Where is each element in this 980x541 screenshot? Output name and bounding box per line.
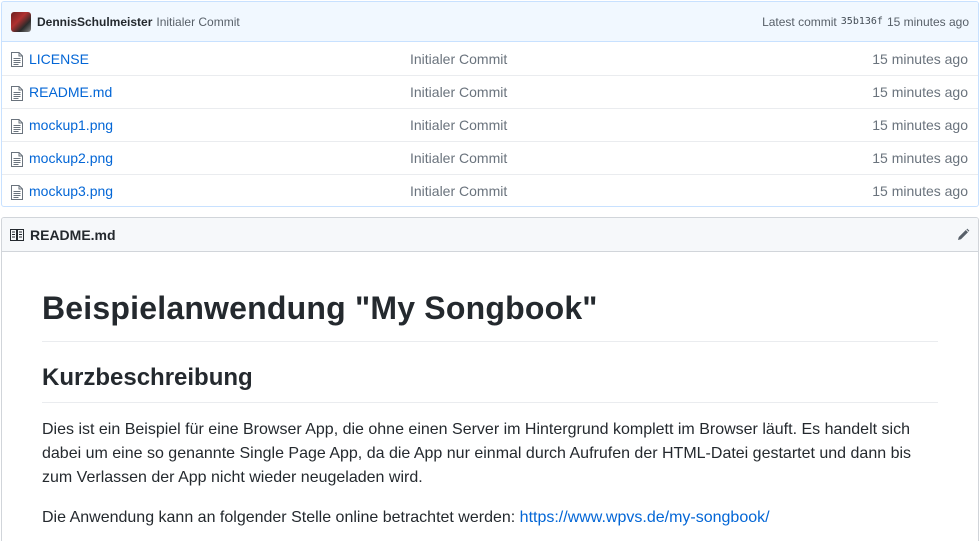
file-icon	[11, 185, 23, 200]
file-icon	[11, 52, 23, 67]
book-icon	[10, 228, 24, 241]
commit-sha-link[interactable]: 35b136f	[841, 16, 883, 27]
file-row: README.md Initialer Commit 15 minutes ago	[2, 75, 978, 108]
file-row: mockup3.png Initialer Commit 15 minutes ag…	[2, 174, 978, 206]
commit-age: 15 minutes ago	[886, 14, 969, 29]
readme-panel: README.md Beispielanwendung "My Songbook…	[1, 217, 979, 541]
pencil-icon[interactable]	[956, 228, 970, 242]
file-age: 15 minutes ago	[872, 150, 968, 166]
file-commit-message-link[interactable]: Initialer Commit	[410, 150, 507, 166]
file-browser: DennisSchulmeister Initialer Commit Late…	[1, 1, 979, 207]
file-name-link[interactable]: mockup1.png	[29, 117, 113, 133]
readme-title: Beispielanwendung "My Songbook"	[42, 290, 938, 342]
file-age: 15 minutes ago	[872, 117, 968, 133]
file-age: 15 minutes ago	[872, 183, 968, 199]
file-commit-message-link[interactable]: Initialer Commit	[410, 183, 507, 199]
file-name-link[interactable]: mockup3.png	[29, 183, 113, 199]
commit-meta: Latest commit 35b136f 15 minutes ago	[762, 15, 969, 29]
file-row: LICENSE Initialer Commit 15 minutes ago	[2, 42, 978, 75]
file-commit-message-link[interactable]: Initialer Commit	[410, 51, 507, 67]
readme-paragraph-description: Dies ist ein Beispiel für eine Browser A…	[42, 421, 912, 486]
songbook-url-link[interactable]: https://www.wpvs.de/my-songbook/	[520, 509, 770, 526]
latest-commit-label: Latest commit	[762, 14, 837, 29]
file-icon	[11, 119, 23, 134]
commit-author-link[interactable]: DennisSchulmeister	[37, 15, 152, 29]
file-commit-message-link[interactable]: Initialer Commit	[410, 117, 507, 133]
file-age: 15 minutes ago	[872, 84, 968, 100]
readme-section-heading: Kurzbeschreibung	[42, 364, 938, 403]
file-icon	[11, 86, 23, 101]
commit-message-link[interactable]: Initialer Commit	[156, 15, 239, 29]
avatar[interactable]	[11, 11, 31, 32]
file-name-link[interactable]: LICENSE	[29, 51, 89, 67]
readme-header: README.md	[2, 218, 978, 252]
readme-paragraph-online: Die Anwendung kann an folgender Stelle o…	[42, 506, 938, 530]
readme-online-text: Die Anwendung kann an folgender Stelle o…	[42, 509, 520, 526]
readme-filename: README.md	[30, 226, 116, 243]
readme-content: Beispielanwendung "My Songbook" Kurzbesc…	[2, 290, 978, 530]
latest-commit-bar: DennisSchulmeister Initialer Commit Late…	[2, 2, 978, 42]
file-row: mockup1.png Initialer Commit 15 minutes ag…	[2, 108, 978, 141]
file-name-link[interactable]: README.md	[29, 84, 112, 100]
file-name-link[interactable]: mockup2.png	[29, 150, 113, 166]
file-age: 15 minutes ago	[872, 50, 968, 67]
file-icon	[11, 152, 23, 167]
file-row: mockup2.png Initialer Commit 15 minutes ag…	[2, 141, 978, 174]
file-commit-message-link[interactable]: Initialer Commit	[410, 84, 507, 100]
